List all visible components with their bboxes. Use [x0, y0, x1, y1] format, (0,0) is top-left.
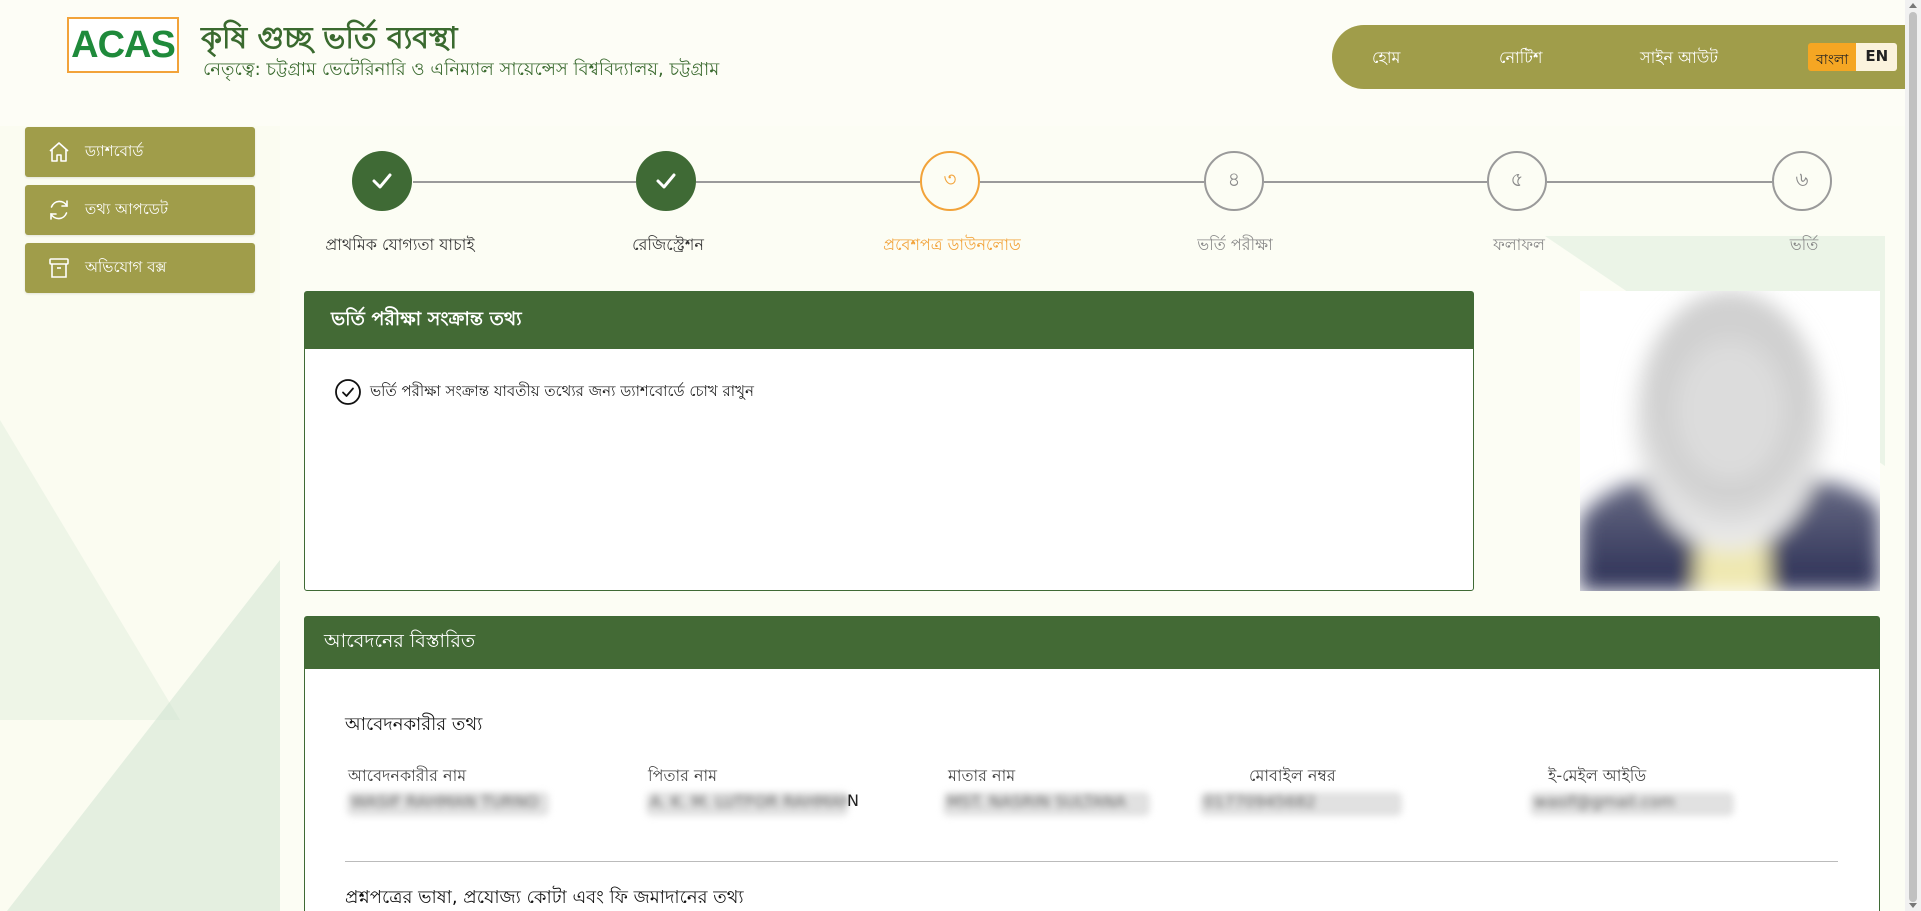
archive-icon	[49, 258, 69, 278]
sidebar-item-update-info[interactable]: তথ্য আপডেট	[25, 185, 255, 235]
step-1-label: প্রাথমিক যোগ্যতা যাচাই	[325, 235, 475, 254]
check-icon	[656, 173, 676, 189]
applicant-name-label: আবেদনকারীর নাম	[348, 766, 467, 785]
applicant-photo	[1580, 291, 1880, 591]
email-value: wasif@gmail.com	[1530, 792, 1734, 816]
step-5-label: ফলাফল	[1493, 235, 1545, 254]
mobile-number-label: মোবাইল নম্বর	[1249, 766, 1336, 785]
step-1-circle	[352, 151, 412, 211]
applicant-name-value: WASIF RAHMAN TURNO	[347, 792, 549, 816]
sidebar-item-label: ড্যাশবোর্ড	[85, 141, 144, 160]
step-2-label: রেজিস্ট্রেশন	[632, 235, 704, 254]
step-2-circle	[636, 151, 696, 211]
home-icon	[49, 142, 69, 162]
mother-name-value: MST. NASRIN SULTANA	[943, 792, 1150, 816]
language-switch: বাংলা EN	[1808, 43, 1898, 71]
sidebar-item-complaint-box[interactable]: অভিযোগ বক্স	[25, 243, 255, 293]
page-scrollbar[interactable]	[1905, 0, 1921, 911]
circle-check-icon	[335, 379, 361, 405]
sidebar-item-label: তথ্য আপডেট	[85, 199, 169, 218]
step-3-label: প্রবেশপত্র ডাউনলোড	[883, 235, 1021, 254]
lang-english-button[interactable]: EN	[1856, 43, 1898, 71]
step-6-label: ভর্তি	[1789, 235, 1819, 254]
lang-bangla-button[interactable]: বাংলা	[1808, 43, 1857, 71]
email-label: ই-মেইল আইডি	[1548, 766, 1647, 785]
application-details-title: আবেদনের বিস্তারিত	[305, 617, 1879, 669]
nav-home[interactable]: হোম	[1372, 45, 1400, 72]
site-subtitle: নেতৃত্বে: চট্টগ্রাম ভেটেরিনারি ও এনিম্যা…	[203, 59, 720, 80]
step-5-circle: ৫	[1487, 151, 1547, 211]
exam-info-title: ভর্তি পরীক্ষা সংক্রান্ত তথ্য	[305, 292, 1473, 349]
site-header: ACAS কৃষি গুচ্ছ ভর্তি ব্যবস্থা নেতৃত্বে:…	[0, 0, 1905, 126]
nav-notice[interactable]: নোটিশ	[1499, 45, 1542, 72]
section-divider	[345, 861, 1838, 862]
refresh-icon	[50, 200, 68, 220]
acas-logo[interactable]: ACAS	[67, 17, 179, 73]
father-name-suffix: N	[847, 791, 859, 810]
exam-info-notice: ভর্তি পরীক্ষা সংক্রান্ত যাবতীয় তথ্যের জ…	[334, 378, 754, 406]
step-3-circle: ৩	[920, 151, 980, 211]
sidebar-item-dashboard[interactable]: ড্যাশবোর্ড	[25, 127, 255, 177]
mobile-number-value: 01770945682	[1200, 792, 1402, 816]
step-4-circle: ৪	[1204, 151, 1264, 211]
scrollbar-thumb[interactable]	[1909, 12, 1917, 902]
scroll-down-arrow-icon[interactable]	[1909, 903, 1917, 908]
nav-sign-out[interactable]: সাইন আউট	[1640, 45, 1718, 72]
check-icon	[372, 173, 392, 189]
step-4-label: ভর্তি পরীক্ষা	[1197, 235, 1273, 254]
step-6-circle: ৬	[1772, 151, 1832, 211]
exam-language-quota-heading: প্রশ্নপত্রের ভাষা, প্রযোজ্য কোটা এবং ফি …	[345, 887, 744, 908]
father-name-label: পিতার নাম	[648, 766, 718, 785]
scroll-up-arrow-icon[interactable]	[1909, 3, 1917, 8]
sidebar-item-label: অভিযোগ বক্স	[85, 257, 167, 276]
mother-name-label: মাতার নাম	[948, 766, 1016, 785]
notice-text: ভর্তি পরীক্ষা সংক্রান্ত যাবতীয় তথ্যের জ…	[370, 381, 754, 400]
father-name-value: A. K. M. LUTFOR RAHMAN	[646, 792, 848, 816]
applicant-info-heading: আবেদনকারীর তথ্য	[345, 714, 483, 735]
logo-text: ACAS	[71, 23, 176, 66]
exam-info-card: ভর্তি পরীক্ষা সংক্রান্ত তথ্য ভর্তি পরীক্…	[304, 291, 1474, 591]
